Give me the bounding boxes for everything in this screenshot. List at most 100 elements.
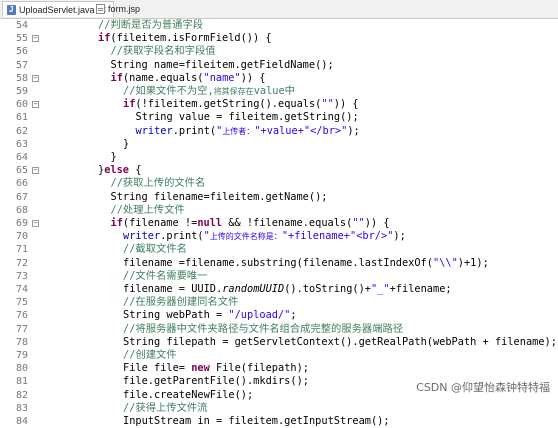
code-line[interactable]: 64} [0,151,558,164]
code-line[interactable]: 55− if(fileitem.isFormField()) { [0,32,558,45]
code-text: String webPath = "/upload/"; [123,309,297,322]
fold-toggle-icon[interactable]: − [32,101,39,109]
line-number: 64 [15,152,28,163]
code-line[interactable]: 84 InputStream in = fileitem.getInputStre… [0,415,558,428]
code-token: //如果文件不为空, [123,85,214,97]
code-line[interactable]: 80 File file= new File(filepath); [0,362,558,375]
code-token: 上传者： [222,126,255,136]
code-token: "\\" [432,256,458,269]
code-token: //创建文件 [123,349,177,361]
code-token: } [123,137,130,150]
code-token: )+1); [457,256,489,269]
code-text: file.createNewFile(); [123,389,253,402]
code-text: //获取上传的文件名 [111,177,206,190]
code-line[interactable]: 76 String webPath = "/upload/"; [0,309,558,322]
code-token: (fileitem.isFormField()) { [110,32,272,45]
fold-toggle-icon[interactable]: − [32,35,39,43]
code-line[interactable]: 71 //截取文件名 [0,243,558,256]
code-token: file.createNewFile(); [123,388,254,401]
code-token: "" [352,217,365,229]
code-token: //截取文件名 [123,243,187,256]
code-token: ().toString()+ [284,283,371,295]
code-line[interactable]: 65−}else { [0,164,558,177]
code-text: //获得上传文件流 [123,402,207,415]
code-token: 将其保存在 [213,87,254,96]
code-line[interactable]: 78 String filepath = getServletContext().… [0,336,558,349]
code-line[interactable]: 69− if(filename !=null && !filename.equal… [0,217,558,230]
code-token: )) { [240,71,266,84]
line-number: 84 [15,416,28,427]
code-line[interactable]: 70 writer.print("上传的文件名称是："+filename+"<br… [0,230,558,243]
code-token: )) { [364,217,390,229]
code-text: if(name.equals("name")) { [111,72,266,85]
code-token: "_" [371,283,390,295]
line-number: 70 [15,231,28,243]
code-token: (name.equals( [122,71,204,84]
code-token: File file= [123,362,192,375]
code-text: if(fileitem.isFormField()) { [98,32,272,45]
code-text: filename =filename.substring(filename.la… [123,257,489,270]
line-number: 56 [15,46,28,58]
code-line[interactable]: 72 filename =filename.substring(filename.… [0,257,558,270]
code-token: File(filepath); [209,362,310,375]
line-number: 54 [15,20,28,31]
code-token: randomUUID [222,283,285,295]
code-editor[interactable]: 54//判断是否为普通字段 55− if(fileitem.isFormField(… [0,19,558,427]
code-line[interactable]: 63} [0,138,558,151]
code-line[interactable]: 79 //创建文件 [0,349,558,362]
line-number: 65 [15,165,28,177]
code-token: .print( [172,124,217,137]
code-text: String filename=fileitem.getName(); [111,191,328,204]
fold-toggle-icon[interactable]: − [32,167,39,175]
code-token: { [129,164,142,177]
code-token: "name" [203,71,241,84]
code-line[interactable]: 67 String filename=fileitem.getName(); [0,191,558,204]
code-token: 上传的文件名称是： [209,232,282,242]
code-line[interactable]: 74 filename = UUID.randomUUID().toString(… [0,283,558,296]
code-line[interactable]: 56 //获取字段名和字段值 [0,45,558,58]
code-line[interactable]: 73 //文件名需要唯一 [0,270,558,283]
code-token: //将服务器中文件夹路径与文件名组合成完整的服务器端路径 [123,322,404,335]
code-line[interactable]: 54 //判断是否为普通字段 [0,19,558,32]
code-line[interactable]: 83 //获得上传文件流 [0,402,558,415]
code-token: file.getParentFile().mkdirs(); [123,375,309,388]
code-token: //获取字段名和字段值 [110,45,216,58]
code-line[interactable]: 61 String value = fileitem.getString(); [0,111,558,124]
code-text: //在服务器创建同名文件 [123,296,238,309]
code-line[interactable]: 75 //在服务器创建同名文件 [0,296,558,309]
line-number: 63 [15,138,28,150]
code-token: null [197,217,223,229]
code-text: String value = fileitem.getString(); [136,111,359,124]
fold-toggle-icon[interactable]: − [32,220,39,227]
code-line[interactable]: 66 //获取上传的文件名 [0,177,558,190]
line-number: 60 [15,99,28,111]
code-token: if [110,217,123,229]
code-token: filename = UUID. [123,283,223,295]
code-line[interactable]: 68 //处理上传文件 [0,204,558,217]
code-text: //截取文件名 [123,243,187,256]
code-token: +filename; [389,283,452,295]
code-token: //文件名需要唯一 [123,269,208,282]
code-line[interactable]: 62 writer.print("上传者："+value+"</br>"); [0,125,558,138]
code-line[interactable]: 58− if(name.equals("name")) { [0,72,558,85]
code-text: String filepath = getServletContext().ge… [123,336,557,349]
fold-toggle-icon[interactable]: − [32,74,39,82]
code-line[interactable]: 59 //如果文件不为空,将其保存在value中 [0,85,558,98]
code-text: writer.print("上传的文件名称是："+filename+"<br/>… [123,230,406,243]
line-number: 82 [15,389,28,401]
line-number: 71 [15,244,28,256]
code-line[interactable]: 60− if(!fileitem.getString().equals("")) … [0,98,558,111]
line-number: 66 [15,178,28,190]
code-token: //判断是否为普通字段 [98,19,204,31]
code-token: "" [321,98,334,111]
tab-form-jsp[interactable]: form.jsp [92,1,146,17]
code-line[interactable]: 77 //将服务器中文件夹路径与文件名组合成完整的服务器端路径 [0,323,558,336]
line-number: 79 [15,350,28,361]
line-number: 77 [15,323,28,335]
code-line[interactable]: 57 String name=fileitem.getFieldName(); [0,59,558,72]
code-token: else [104,164,130,177]
java-file-icon [7,2,16,18]
code-text: writer.print("上传者："+value+"</br>"); [136,125,360,138]
code-text: String name=fileitem.getFieldName(); [111,59,334,72]
tab-label: UploadServlet.java [19,4,95,15]
